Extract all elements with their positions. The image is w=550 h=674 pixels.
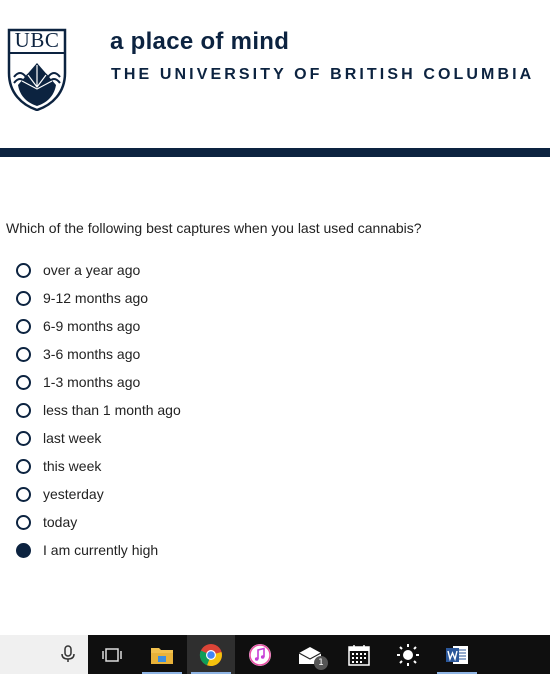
option-label: today: [43, 514, 78, 530]
header-divider-band: [0, 148, 550, 157]
chrome-button[interactable]: [187, 635, 235, 674]
weather-icon: [397, 643, 419, 666]
itunes-button[interactable]: [236, 635, 284, 674]
word-button[interactable]: [433, 635, 481, 674]
option-yesterday[interactable]: yesterday: [16, 480, 181, 508]
windows-taskbar: 1: [0, 635, 550, 674]
option-3-6-months-ago[interactable]: 3-6 months ago: [16, 340, 181, 368]
option-currently-high[interactable]: I am currently high: [16, 536, 181, 564]
mail-button[interactable]: 1: [286, 635, 334, 674]
radio-button[interactable]: [16, 318, 31, 334]
file-explorer-button[interactable]: [138, 635, 186, 674]
university-name: THE UNIVERSITY OF BRITISH COLUMBIA: [111, 66, 535, 83]
radio-button[interactable]: [16, 374, 31, 390]
radio-button[interactable]: [16, 346, 31, 362]
option-label: 9-12 months ago: [43, 290, 149, 306]
option-6-9-months-ago[interactable]: 6-9 months ago: [16, 312, 181, 340]
microphone-icon[interactable]: [58, 644, 78, 664]
tagline: a place of mind: [110, 28, 290, 55]
option-this-week[interactable]: this week: [16, 452, 181, 480]
option-label: 1-3 months ago: [43, 374, 141, 390]
weather-button[interactable]: [384, 635, 432, 674]
option-label: 6-9 months ago: [43, 318, 141, 334]
radio-button-selected[interactable]: [16, 542, 31, 558]
radio-button[interactable]: [16, 290, 31, 306]
option-label: I am currently high: [43, 542, 159, 558]
radio-button[interactable]: [16, 262, 31, 278]
logo-text: UBC: [14, 28, 60, 52]
option-9-12-months-ago[interactable]: 9-12 months ago: [16, 284, 181, 312]
calendar-icon: [348, 644, 370, 666]
taskbar-search-area[interactable]: [0, 635, 88, 674]
word-icon: [446, 645, 468, 664]
radio-button[interactable]: [16, 458, 31, 474]
option-last-week[interactable]: last week: [16, 424, 181, 452]
option-label: this week: [43, 458, 102, 474]
option-label: last week: [43, 430, 102, 446]
radio-button[interactable]: [16, 430, 31, 446]
option-1-3-months-ago[interactable]: 1-3 months ago: [16, 368, 181, 396]
chrome-icon: [199, 643, 222, 666]
file-explorer-icon: [151, 647, 173, 664]
radio-button[interactable]: [16, 402, 31, 418]
option-label: yesterday: [43, 486, 104, 502]
answer-options: over a year ago 9-12 months ago 6-9 mont…: [16, 256, 181, 564]
option-today[interactable]: today: [16, 508, 181, 536]
radio-button[interactable]: [16, 514, 31, 530]
option-label: over a year ago: [43, 262, 141, 278]
survey-question: Which of the following best captures whe…: [6, 220, 422, 236]
itunes-icon: [249, 643, 271, 666]
option-over-a-year-ago[interactable]: over a year ago: [16, 256, 181, 284]
option-label: less than 1 month ago: [43, 402, 181, 418]
radio-button[interactable]: [16, 486, 31, 502]
calendar-button[interactable]: [335, 635, 383, 674]
option-label: 3-6 months ago: [43, 346, 141, 362]
task-view-button[interactable]: [88, 635, 136, 674]
option-less-than-1-month-ago[interactable]: less than 1 month ago: [16, 396, 181, 424]
mail-badge: 1: [314, 656, 328, 670]
task-view-icon: [102, 647, 122, 662]
page-header: UBC a place of mind THE UNIVERSITY OF BR…: [0, 0, 550, 148]
